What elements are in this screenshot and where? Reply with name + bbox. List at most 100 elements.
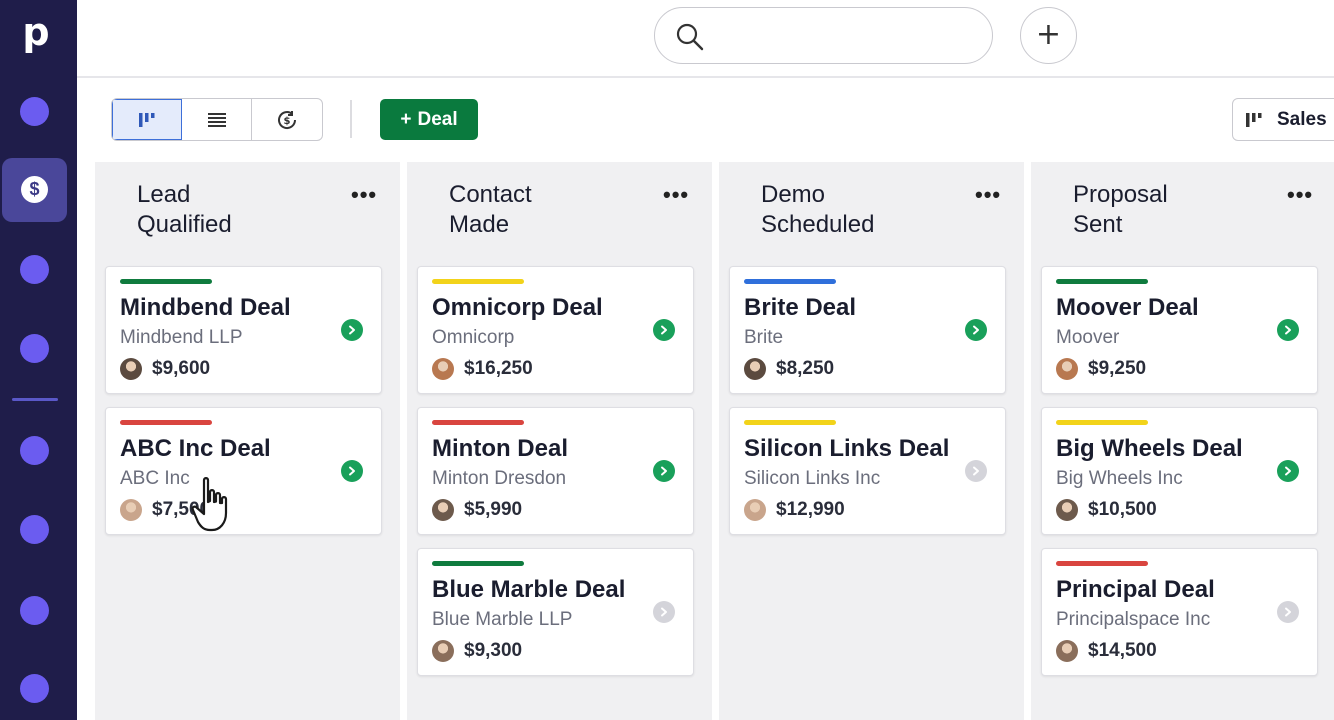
deal-value: $14,500 <box>1088 640 1157 661</box>
search-icon <box>676 23 704 51</box>
deal-status-bar <box>432 279 524 284</box>
search-box[interactable] <box>654 7 993 64</box>
nav-item-8[interactable] <box>20 674 49 703</box>
pipeline-select-button[interactable]: Sales <box>1232 98 1334 141</box>
owner-avatar <box>1056 640 1078 662</box>
deal-title[interactable]: Mindbend Deal <box>120 294 291 322</box>
next-activity-icon[interactable] <box>1277 601 1299 623</box>
deal-status-bar <box>432 420 524 425</box>
deal-card[interactable]: Moover Deal Moover $9,250 <box>1041 266 1318 394</box>
add-deal-label: Deal <box>417 108 458 130</box>
list-icon <box>207 112 226 127</box>
view-switcher: $ <box>111 98 323 141</box>
deal-status-bar <box>1056 561 1148 566</box>
deal-value: $9,250 <box>1088 358 1147 379</box>
kanban-icon <box>138 112 154 127</box>
next-activity-icon[interactable] <box>1277 319 1299 341</box>
stage-menu-icon[interactable]: ••• <box>975 182 1001 208</box>
stage-title: Contact Made <box>449 181 532 238</box>
top-bar: + <box>77 0 1334 78</box>
pipedrive-logo[interactable]: p <box>16 12 56 52</box>
deal-organization: Mindbend LLP <box>120 327 243 348</box>
deal-organization: Silicon Links Inc <box>744 468 881 489</box>
deal-title[interactable]: Silicon Links Deal <box>744 435 949 463</box>
kanban-icon <box>1246 112 1262 127</box>
owner-avatar <box>1056 358 1078 380</box>
deal-status-bar <box>1056 279 1148 284</box>
deal-card[interactable]: Mindbend Deal Mindbend LLP $9,600 <box>105 266 382 394</box>
deal-title[interactable]: Brite Deal <box>744 294 856 322</box>
deal-status-bar <box>744 279 836 284</box>
owner-avatar <box>432 499 454 521</box>
deal-card[interactable]: Big Wheels Deal Big Wheels Inc $10,500 <box>1041 407 1318 535</box>
deal-title[interactable]: Moover Deal <box>1056 294 1199 322</box>
deal-value: $5,990 <box>464 499 523 520</box>
deal-title[interactable]: Omnicorp Deal <box>432 294 603 322</box>
deal-card[interactable]: ABC Inc Deal ABC Inc $7,500 <box>105 407 382 535</box>
deal-organization: Principalspace Inc <box>1056 609 1211 630</box>
deal-status-bar <box>744 420 836 425</box>
plus-icon: + <box>400 108 412 130</box>
nav-item-4[interactable] <box>20 334 49 363</box>
quick-add-button[interactable]: + <box>1020 7 1077 64</box>
owner-avatar <box>432 640 454 662</box>
deal-value: $12,990 <box>776 499 845 520</box>
deal-organization: Brite <box>744 327 784 348</box>
deal-title[interactable]: Blue Marble Deal <box>432 576 625 604</box>
list-view-button[interactable] <box>182 99 252 140</box>
next-activity-icon[interactable] <box>341 460 363 482</box>
next-activity-icon[interactable] <box>341 319 363 341</box>
deal-organization: ABC Inc <box>120 468 190 489</box>
hand-cursor-icon <box>191 477 228 532</box>
toolbar-divider <box>350 100 352 138</box>
next-activity-icon[interactable] <box>1277 460 1299 482</box>
nav-item-deals[interactable]: $ <box>2 158 67 222</box>
next-activity-icon[interactable] <box>965 460 987 482</box>
next-activity-icon[interactable] <box>653 601 675 623</box>
deal-title[interactable]: Minton Deal <box>432 435 568 463</box>
deal-card[interactable]: Omnicorp Deal Omnicorp $16,250 <box>417 266 694 394</box>
owner-avatar <box>120 358 142 380</box>
stage-title: Demo Scheduled <box>761 181 875 238</box>
nav-divider <box>12 398 58 401</box>
deal-status-bar <box>120 279 212 284</box>
deal-organization: Omnicorp <box>432 327 515 348</box>
pipeline-view-button[interactable] <box>112 99 182 140</box>
nav-item-5[interactable] <box>20 436 49 465</box>
svg-text:$: $ <box>284 116 291 127</box>
deal-value: $8,250 <box>776 358 835 379</box>
next-activity-icon[interactable] <box>653 460 675 482</box>
add-deal-button[interactable]: + Deal <box>380 99 478 140</box>
dollar-icon: $ <box>21 176 48 203</box>
deal-card[interactable]: Blue Marble Deal Blue Marble LLP $9,300 <box>417 548 694 676</box>
stage-menu-icon[interactable]: ••• <box>663 182 689 208</box>
nav-item-7[interactable] <box>20 596 49 625</box>
deal-value: $16,250 <box>464 358 533 379</box>
next-activity-icon[interactable] <box>965 319 987 341</box>
deal-organization: Minton Dresdon <box>432 468 567 489</box>
owner-avatar <box>744 358 766 380</box>
nav-item-1[interactable] <box>20 97 49 126</box>
deal-value: $10,500 <box>1088 499 1157 520</box>
owner-avatar <box>744 499 766 521</box>
deal-title[interactable]: ABC Inc Deal <box>120 435 271 463</box>
nav-item-3[interactable] <box>20 255 49 284</box>
stage-title: Proposal Sent <box>1073 181 1168 238</box>
nav-item-6[interactable] <box>20 515 49 544</box>
search-input[interactable] <box>717 22 977 50</box>
deal-card[interactable]: Principal Deal Principalspace Inc $14,500 <box>1041 548 1318 676</box>
deal-title[interactable]: Principal Deal <box>1056 576 1215 604</box>
deal-organization: Blue Marble LLP <box>432 609 573 630</box>
deal-title[interactable]: Big Wheels Deal <box>1056 435 1243 463</box>
deal-card[interactable]: Silicon Links Deal Silicon Links Inc $12,9… <box>729 407 1006 535</box>
deal-card[interactable]: Brite Deal Brite $8,250 <box>729 266 1006 394</box>
owner-avatar <box>120 499 142 521</box>
stage-menu-icon[interactable]: ••• <box>1287 182 1313 208</box>
stage-menu-icon[interactable]: ••• <box>351 182 377 208</box>
deal-status-bar <box>1056 420 1148 425</box>
forecast-icon: $ <box>277 110 296 129</box>
next-activity-icon[interactable] <box>653 319 675 341</box>
forecast-view-button[interactable]: $ <box>252 99 322 140</box>
sidebar: p $ <box>0 0 77 720</box>
deal-card[interactable]: Minton Deal Minton Dresdon $5,990 <box>417 407 694 535</box>
